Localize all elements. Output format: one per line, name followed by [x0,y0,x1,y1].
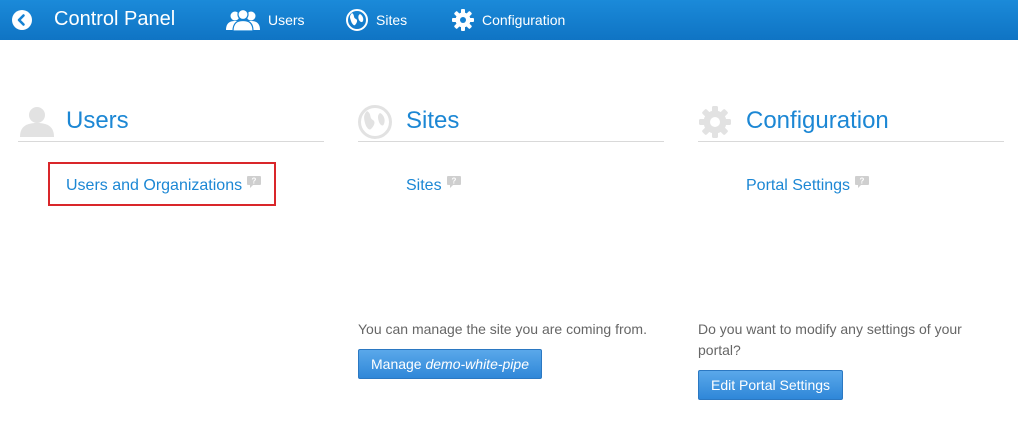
sites-link[interactable]: Sites [406,177,442,195]
users-icon [226,9,260,31]
help-icon[interactable]: ? [246,175,262,194]
nav-configuration-label: Configuration [482,12,566,28]
svg-text:?: ? [451,177,456,186]
manage-site-button[interactable]: Manage demo-white-pipe [358,349,542,379]
svg-text:?: ? [252,177,257,186]
nav-users[interactable]: Users [226,0,305,40]
manage-button-prefix: Manage [371,356,426,372]
gear-icon [452,9,474,31]
users-column: Users Users and Organizations ? [18,100,324,420]
portal-settings-link[interactable]: Portal Settings [746,177,850,195]
back-icon[interactable] [12,10,32,30]
configuration-heading: Configuration [746,107,889,134]
sites-column: Sites Sites ? You can manage the site yo… [358,100,664,420]
sites-header: Sites [358,100,664,142]
control-panel-title[interactable]: Control Panel [54,8,175,31]
users-header: Users [18,100,324,142]
nav-configuration[interactable]: Configuration [452,0,565,40]
nav-sites-label: Sites [376,12,408,28]
configuration-column: Configuration Portal Settings ? Do you w… [698,100,1004,420]
globe-icon [346,9,368,31]
edit-portal-settings-button[interactable]: Edit Portal Settings [698,370,844,400]
nav-users-label: Users [268,12,305,28]
svg-text:?: ? [860,177,865,186]
help-icon[interactable]: ? [446,175,462,194]
help-icon[interactable]: ? [854,175,870,194]
sites-heading: Sites [406,107,460,134]
gear-icon [698,105,732,144]
users-and-organizations-row: Users and Organizations ? [66,175,262,195]
configuration-header: Configuration [698,100,1004,142]
users-heading: Users [66,107,129,134]
manage-button-site-name: demo-white-pipe [425,356,529,372]
top-navigation-bar: Control Panel Users Sites Configuration [0,0,1018,40]
users-icon [18,105,56,142]
globe-icon [358,105,392,144]
portal-settings-row: Portal Settings ? [746,175,870,195]
sites-row: Sites ? [406,175,462,195]
users-and-organizations-link[interactable]: Users and Organizations [66,177,242,195]
sites-description: You can manage the site you are coming f… [358,321,647,337]
configuration-description: Do you want to modify any settings of yo… [698,321,962,358]
nav-sites[interactable]: Sites [346,0,407,40]
